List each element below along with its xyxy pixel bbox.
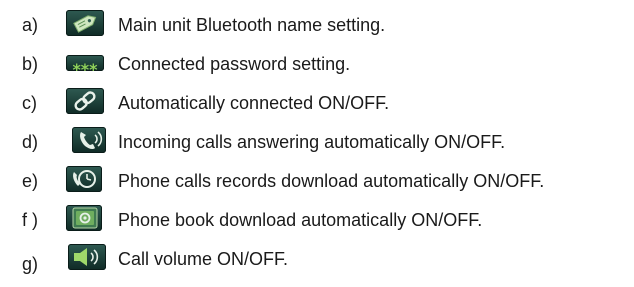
list-item: g) Call volume ON/OFF. [0,242,634,278]
item-letter: g) [22,254,39,274]
tag-icon [66,10,104,36]
item-letter: d) [22,132,39,152]
item-text: Phone book download automatically ON/OFF… [118,210,483,230]
item-text: Main unit Bluetooth name setting. [118,15,386,35]
svg-text:***: *** [72,60,98,71]
item-text: Automatically connected ON/OFF. [118,93,390,113]
list-item: b) *** Connected password setting. [0,47,634,83]
item-letter: c) [22,93,37,113]
item-letter: e) [22,171,39,191]
password-asterisks-icon: *** [66,55,104,71]
item-text: Phone calls records download automatical… [118,171,545,191]
item-letter: a) [22,15,39,35]
item-letter: f ) [22,210,38,230]
speaker-volume-icon [68,244,106,270]
list-item: c) Automatically connected ON/OFF. [0,86,634,122]
list-item: d) Incoming calls answering automaticall… [0,125,634,161]
item-text: Connected password setting. [118,54,351,74]
settings-list: a) Main unit Bluetooth name setting. b) … [0,0,634,287]
phone-book-icon [66,205,102,231]
chain-link-icon [66,88,104,114]
list-item: e) Phone calls records download automati… [0,164,634,200]
phone-ringing-icon [72,127,106,153]
item-text: Incoming calls answering automatically O… [118,132,506,152]
phone-records-icon [66,166,102,192]
item-letter: b) [22,54,39,74]
list-item: f ) Phone book download automatically ON… [0,203,634,239]
item-text: Call volume ON/OFF. [118,249,289,269]
list-item: a) Main unit Bluetooth name setting. [0,8,634,44]
